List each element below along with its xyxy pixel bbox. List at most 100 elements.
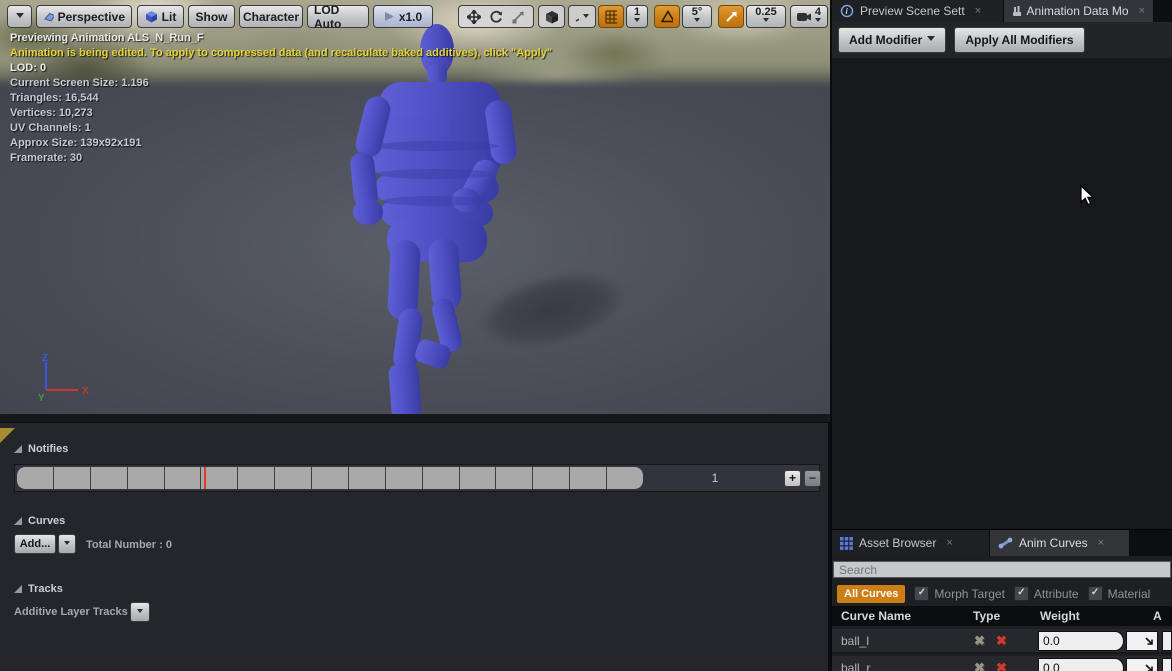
column-type: Type: [973, 609, 1000, 623]
chevron-down-icon: [815, 18, 821, 25]
notify-track-segment[interactable]: [54, 467, 91, 489]
add-curve-button[interactable]: Add...: [14, 534, 56, 554]
notify-track-segment[interactable]: [386, 467, 423, 489]
expander-triangle-icon: [14, 445, 22, 453]
rotation-snap-toggle[interactable]: [654, 5, 680, 28]
panel-divider[interactable]: [832, 529, 1172, 530]
column-curve-name: Curve Name: [841, 609, 911, 623]
notify-track-count: 1: [675, 471, 755, 485]
show-menu-button[interactable]: Show: [188, 5, 235, 28]
tab-preview-scene-settings[interactable]: i Preview Scene Sett ×: [832, 0, 1004, 22]
curves-total-label: Total Number : 0: [86, 539, 172, 551]
notify-track-segment[interactable]: [423, 467, 460, 489]
close-icon[interactable]: ×: [975, 5, 981, 17]
morph-target-filter[interactable]: ✓ Morph Target: [914, 586, 1004, 601]
perspective-button[interactable]: Perspective: [36, 5, 132, 28]
notify-track-segment[interactable]: [349, 467, 386, 489]
animation-data-modifiers-panel: i Preview Scene Sett × Animation Data Mo…: [832, 0, 1172, 530]
animation-editor-window: Perspective Lit Show Character LOD Auto …: [0, 0, 1172, 671]
notify-track-segment[interactable]: [17, 467, 54, 489]
notify-track-segment[interactable]: [128, 467, 165, 489]
preview-character[interactable]: [0, 0, 830, 422]
checkbox-icon[interactable]: ✓: [914, 586, 929, 601]
notify-track-segment[interactable]: [91, 467, 128, 489]
weight-input[interactable]: 0.0: [1038, 631, 1124, 651]
material-type-icon[interactable]: ✖: [996, 633, 1007, 649]
close-icon[interactable]: ×: [946, 537, 952, 549]
preview-viewport[interactable]: Perspective Lit Show Character LOD Auto …: [0, 0, 832, 422]
weight-expand-button[interactable]: [1126, 631, 1158, 651]
notifies-section-header[interactable]: Notifies: [14, 443, 68, 455]
tab-animation-data-modifiers[interactable]: Animation Data Mo ×: [1004, 0, 1154, 22]
viewport-options-dropdown[interactable]: [7, 5, 32, 28]
tab-anim-curves[interactable]: Anim Curves ×: [990, 530, 1130, 556]
character-menu-button[interactable]: Character: [239, 5, 303, 28]
scale-snap-toggle[interactable]: [718, 5, 744, 28]
lit-mode-button[interactable]: Lit: [137, 5, 184, 28]
apply-all-modifiers-button[interactable]: Apply All Modifiers: [954, 27, 1084, 53]
add-curve-dropdown[interactable]: [58, 534, 76, 554]
chevron-down-icon: [927, 36, 935, 45]
lod-label: LOD Auto: [314, 3, 362, 31]
bottom-right-tabbar: Asset Browser × Anim Curves ×: [832, 530, 1172, 556]
curve-row-ball-l[interactable]: ball_l ✖ ✖ 0.0: [832, 629, 1172, 654]
close-icon[interactable]: ×: [1098, 537, 1104, 549]
morph-type-icon[interactable]: ✖: [974, 633, 985, 649]
notify-track-segment[interactable]: [275, 467, 312, 489]
panel-divider[interactable]: [830, 0, 832, 671]
notify-track-bar: 1 + −: [14, 464, 820, 492]
all-curves-filter-button[interactable]: All Curves: [837, 585, 905, 603]
add-modifier-button[interactable]: Add Modifier: [838, 27, 946, 53]
translate-tool-icon[interactable]: [467, 10, 481, 24]
auto-checkbox-partial[interactable]: [1162, 658, 1172, 671]
notify-track-strip[interactable]: [17, 467, 643, 489]
notify-track-segment[interactable]: [165, 467, 202, 489]
remove-notify-track-button[interactable]: −: [804, 470, 821, 487]
attribute-filter[interactable]: ✓ Attribute: [1014, 586, 1079, 601]
notify-track-segment[interactable]: [533, 467, 570, 489]
notify-track-segment[interactable]: [312, 467, 349, 489]
axis-gizmo: Z X Y: [28, 352, 92, 404]
morph-type-icon[interactable]: ✖: [974, 660, 985, 671]
tab-asset-browser[interactable]: Asset Browser ×: [832, 530, 990, 556]
notify-track-segment[interactable]: [460, 467, 497, 489]
checkbox-icon[interactable]: ✓: [1088, 586, 1103, 601]
world-cube-icon: [545, 10, 558, 24]
weight-input[interactable]: 0.0: [1038, 658, 1124, 671]
notify-track-segment[interactable]: [496, 467, 533, 489]
material-type-icon[interactable]: ✖: [996, 660, 1007, 671]
scale-tool-icon[interactable]: [511, 10, 525, 24]
notify-track-segment[interactable]: [607, 467, 643, 489]
rotation-snap-value-button[interactable]: 5°: [682, 5, 712, 28]
close-icon[interactable]: ×: [1139, 5, 1145, 17]
rotate-tool-icon[interactable]: [489, 10, 503, 24]
material-label: Material: [1108, 587, 1151, 601]
axis-z-label: Z: [42, 353, 48, 364]
additive-layer-tracks-dropdown[interactable]: [130, 602, 150, 622]
mouse-cursor: [1080, 185, 1096, 207]
grid-snap-value-button[interactable]: 1: [626, 5, 648, 28]
world-local-toggle[interactable]: [538, 5, 565, 28]
tracks-section-header[interactable]: Tracks: [14, 583, 63, 595]
notify-track-segment[interactable]: [201, 467, 238, 489]
curve-search-input[interactable]: [833, 561, 1171, 578]
weight-expand-button[interactable]: [1126, 658, 1158, 671]
add-notify-track-button[interactable]: +: [784, 470, 801, 487]
surface-snapping-button[interactable]: [568, 5, 596, 28]
playback-speed-button[interactable]: x1.0: [373, 5, 433, 28]
chevron-down-icon: [16, 13, 24, 22]
playhead-marker[interactable]: [204, 467, 206, 489]
lod-auto-button[interactable]: LOD Auto: [307, 5, 369, 28]
curves-section-header[interactable]: Curves: [14, 515, 65, 527]
material-filter[interactable]: ✓ Material: [1088, 586, 1151, 601]
scale-snap-value: 0.25: [755, 8, 776, 17]
checkbox-icon[interactable]: ✓: [1014, 586, 1029, 601]
grid-snap-toggle[interactable]: [598, 5, 624, 28]
notify-track-segment[interactable]: [570, 467, 607, 489]
scale-snap-value-button[interactable]: 0.25: [746, 5, 786, 28]
auto-checkbox-partial[interactable]: [1162, 631, 1172, 651]
column-auto: A: [1153, 609, 1162, 623]
camera-speed-button[interactable]: 4: [790, 5, 828, 28]
notify-track-segment[interactable]: [238, 467, 275, 489]
curve-row-ball-r[interactable]: ball_r ✖ ✖ 0.0: [832, 656, 1172, 671]
